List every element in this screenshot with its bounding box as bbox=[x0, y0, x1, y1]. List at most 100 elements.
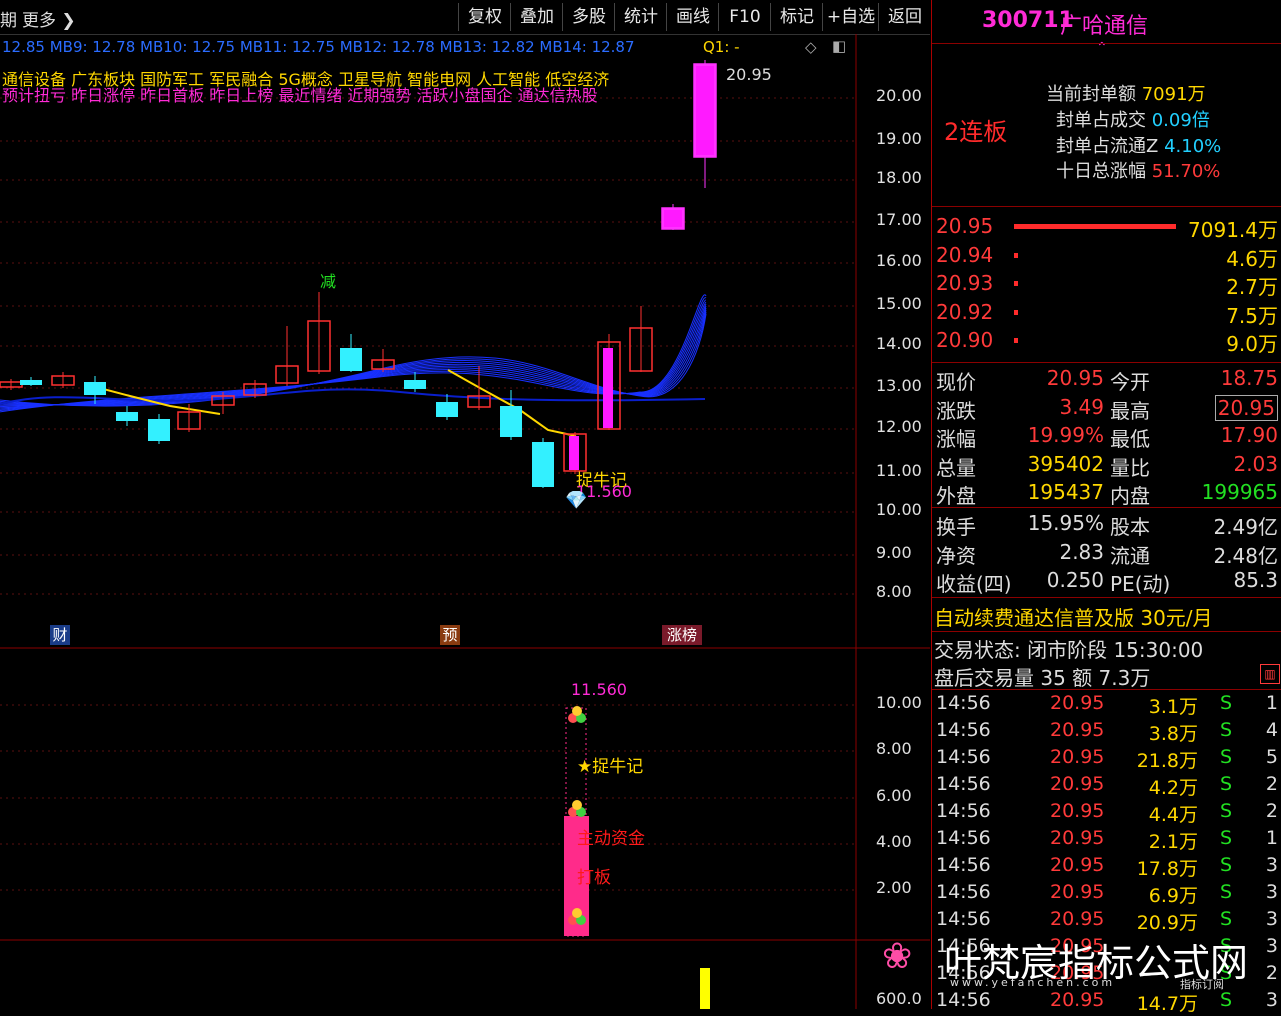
seal-deal-label: 封单占成交 bbox=[1056, 110, 1146, 131]
seal-float-value: 4.10% bbox=[1164, 136, 1222, 157]
tick-side: S bbox=[1220, 908, 1233, 930]
watermark-sub: 指标订阅 bbox=[1180, 978, 1224, 991]
toolbar-button-7[interactable]: +自选 bbox=[822, 3, 879, 31]
tick-row: 14:56 20.95 21.8万 S 5 bbox=[934, 746, 1280, 773]
seal-float-row: 封单占流通Z 4.10% bbox=[1056, 132, 1221, 158]
quote-value: 18.75 bbox=[1220, 366, 1278, 390]
sub-axis-label: 6.00 bbox=[876, 786, 912, 805]
bid-row[interactable]: 20.94 4.6万 bbox=[934, 243, 1280, 271]
finance-value: 2.49亿 bbox=[1213, 515, 1278, 539]
candle-body bbox=[696, 66, 714, 155]
tick-volume: 17.8万 bbox=[1136, 858, 1198, 880]
tick-price: 20.95 bbox=[1050, 719, 1105, 741]
tick-time: 14:56 bbox=[936, 719, 991, 741]
bid-row[interactable]: 20.95 7091.4万 bbox=[934, 214, 1280, 242]
ten-day-value: 51.70% bbox=[1151, 161, 1221, 182]
quote-label: 涨跌 bbox=[936, 398, 976, 423]
tick-price: 20.95 bbox=[1050, 881, 1105, 903]
candle-body bbox=[664, 210, 682, 227]
tick-row: 14:56 20.95 6.9万 S 3 bbox=[934, 881, 1280, 908]
tick-row: 14:56 20.95 4.4万 S 2 bbox=[934, 800, 1280, 827]
bid-row[interactable]: 20.92 7.5万 bbox=[934, 300, 1280, 328]
tick-count: 1 bbox=[1265, 692, 1278, 714]
bid-price: 20.93 bbox=[936, 271, 994, 296]
watermark: ❀ 叶梵宸指标公式网 www.yefanchen.com 指标订阅 bbox=[880, 932, 1280, 1009]
quote-label: 现价 bbox=[936, 370, 976, 394]
finance-label: PE(动) bbox=[1110, 572, 1171, 596]
tick-count: 5 bbox=[1265, 746, 1278, 768]
bid-price: 20.92 bbox=[936, 299, 994, 324]
candle-body bbox=[340, 348, 362, 371]
tick-time: 14:56 bbox=[936, 854, 991, 876]
price-tick-label: 9.00 bbox=[876, 543, 912, 562]
chart-icon[interactable]: ▥ bbox=[1260, 664, 1280, 684]
sub-zhuoniu-label: ★捉牛记 bbox=[577, 757, 644, 777]
kline-chart[interactable]: 12.85 MB9: 12.78 MB10: 12.75 MB11: 12.75… bbox=[0, 34, 930, 1009]
price-tick-label: 17.00 bbox=[876, 210, 922, 229]
price-tick-label: 14.00 bbox=[876, 334, 922, 353]
finance-marker[interactable]: 财 bbox=[50, 625, 70, 645]
price-tick-label: 11.00 bbox=[876, 461, 922, 480]
quote-label: 最高 bbox=[1110, 398, 1150, 423]
toolbar-button-5[interactable]: F10 bbox=[718, 3, 771, 31]
candle-body bbox=[500, 406, 522, 437]
quote-label: 最低 bbox=[1110, 427, 1150, 451]
watermark-url: www.yefanchen.com bbox=[950, 976, 1116, 989]
seal-amount-row: 当前封单额 7091万 bbox=[1046, 80, 1206, 106]
finance-label: 收益(四) bbox=[936, 572, 1012, 596]
quote-row: 总量 395402 量比 2.03 bbox=[934, 452, 1280, 480]
tick-price: 20.95 bbox=[1050, 692, 1105, 714]
seal-amount-value: 7091万 bbox=[1141, 84, 1206, 105]
quote-value: 3.49 bbox=[1059, 394, 1104, 419]
toolbar-button-6[interactable]: 标记 bbox=[770, 3, 823, 31]
bid-volume: 4.6万 bbox=[1226, 246, 1278, 271]
tick-row: 14:56 20.95 3.8万 S 4 bbox=[934, 719, 1280, 746]
toolbar-button-8[interactable]: 返回 bbox=[878, 3, 931, 31]
sub-axis-label: 2.00 bbox=[876, 878, 912, 897]
more-menu[interactable]: 更多 ❯ bbox=[22, 6, 76, 31]
finance-row: 净资 2.83 流通 2.48亿 bbox=[934, 540, 1280, 568]
stock-name[interactable]: 广哈通信 bbox=[1060, 8, 1148, 40]
ten-day-label: 十日总涨幅 bbox=[1056, 161, 1146, 182]
price-tick-label: 20.00 bbox=[876, 86, 922, 105]
price-tick-label: 15.00 bbox=[876, 294, 922, 313]
tick-volume: 20.9万 bbox=[1136, 912, 1198, 934]
active-fund-label: 主动资金 bbox=[577, 829, 645, 849]
tick-row: 14:56 20.95 17.8万 S 3 bbox=[934, 854, 1280, 881]
forecast-marker[interactable]: 预 bbox=[440, 625, 460, 645]
tick-volume: 3.1万 bbox=[1148, 696, 1198, 718]
quote-label: 涨幅 bbox=[936, 427, 976, 451]
quote-row: 涨幅 19.99% 最低 17.90 bbox=[934, 423, 1280, 451]
toolbar-button-2[interactable]: 多股 bbox=[562, 3, 615, 31]
limit-list-marker[interactable]: 涨榜 bbox=[662, 625, 702, 645]
toolbar-button-0[interactable]: 复权 bbox=[458, 3, 511, 31]
quote-label: 内盘 bbox=[1110, 484, 1150, 508]
seal-amount-label: 当前封单额 bbox=[1046, 84, 1136, 105]
bid-volume: 2.7万 bbox=[1226, 275, 1278, 300]
signal-ball-icon bbox=[572, 800, 582, 810]
tick-price: 20.95 bbox=[1050, 773, 1105, 795]
tick-volume: 21.8万 bbox=[1136, 750, 1198, 772]
tick-price: 20.95 bbox=[1050, 746, 1105, 768]
tick-price: 20.95 bbox=[1050, 800, 1105, 822]
period-label[interactable]: 期 bbox=[0, 6, 17, 31]
bid-row[interactable]: 20.93 2.7万 bbox=[934, 271, 1280, 299]
tick-count: 4 bbox=[1265, 719, 1278, 741]
promo-banner[interactable]: 自动续费通达信普及版 30元/月 bbox=[934, 602, 1213, 631]
quote-value: 20.95 bbox=[1046, 366, 1104, 390]
toolbar-button-4[interactable]: 画线 bbox=[666, 3, 719, 31]
quote-value: 195437 bbox=[1027, 480, 1104, 504]
tick-count: 3 bbox=[1265, 854, 1278, 876]
reduce-signal-label: 减 bbox=[320, 272, 337, 291]
toolbar-button-3[interactable]: 统计 bbox=[614, 3, 667, 31]
bid-volume-bar bbox=[1014, 252, 1018, 258]
toolbar-button-1[interactable]: 叠加 bbox=[510, 3, 563, 31]
chevron-right-icon: ❯ bbox=[61, 11, 76, 31]
quote-value: 17.90 bbox=[1220, 423, 1278, 447]
price-tick-label: 16.00 bbox=[876, 251, 922, 270]
high-price-label: 20.95 bbox=[726, 65, 772, 84]
price-tick-label: 19.00 bbox=[876, 129, 922, 148]
tick-volume: 4.4万 bbox=[1148, 804, 1198, 826]
tick-side: S bbox=[1220, 881, 1233, 903]
bid-row[interactable]: 20.90 9.0万 bbox=[934, 328, 1280, 356]
